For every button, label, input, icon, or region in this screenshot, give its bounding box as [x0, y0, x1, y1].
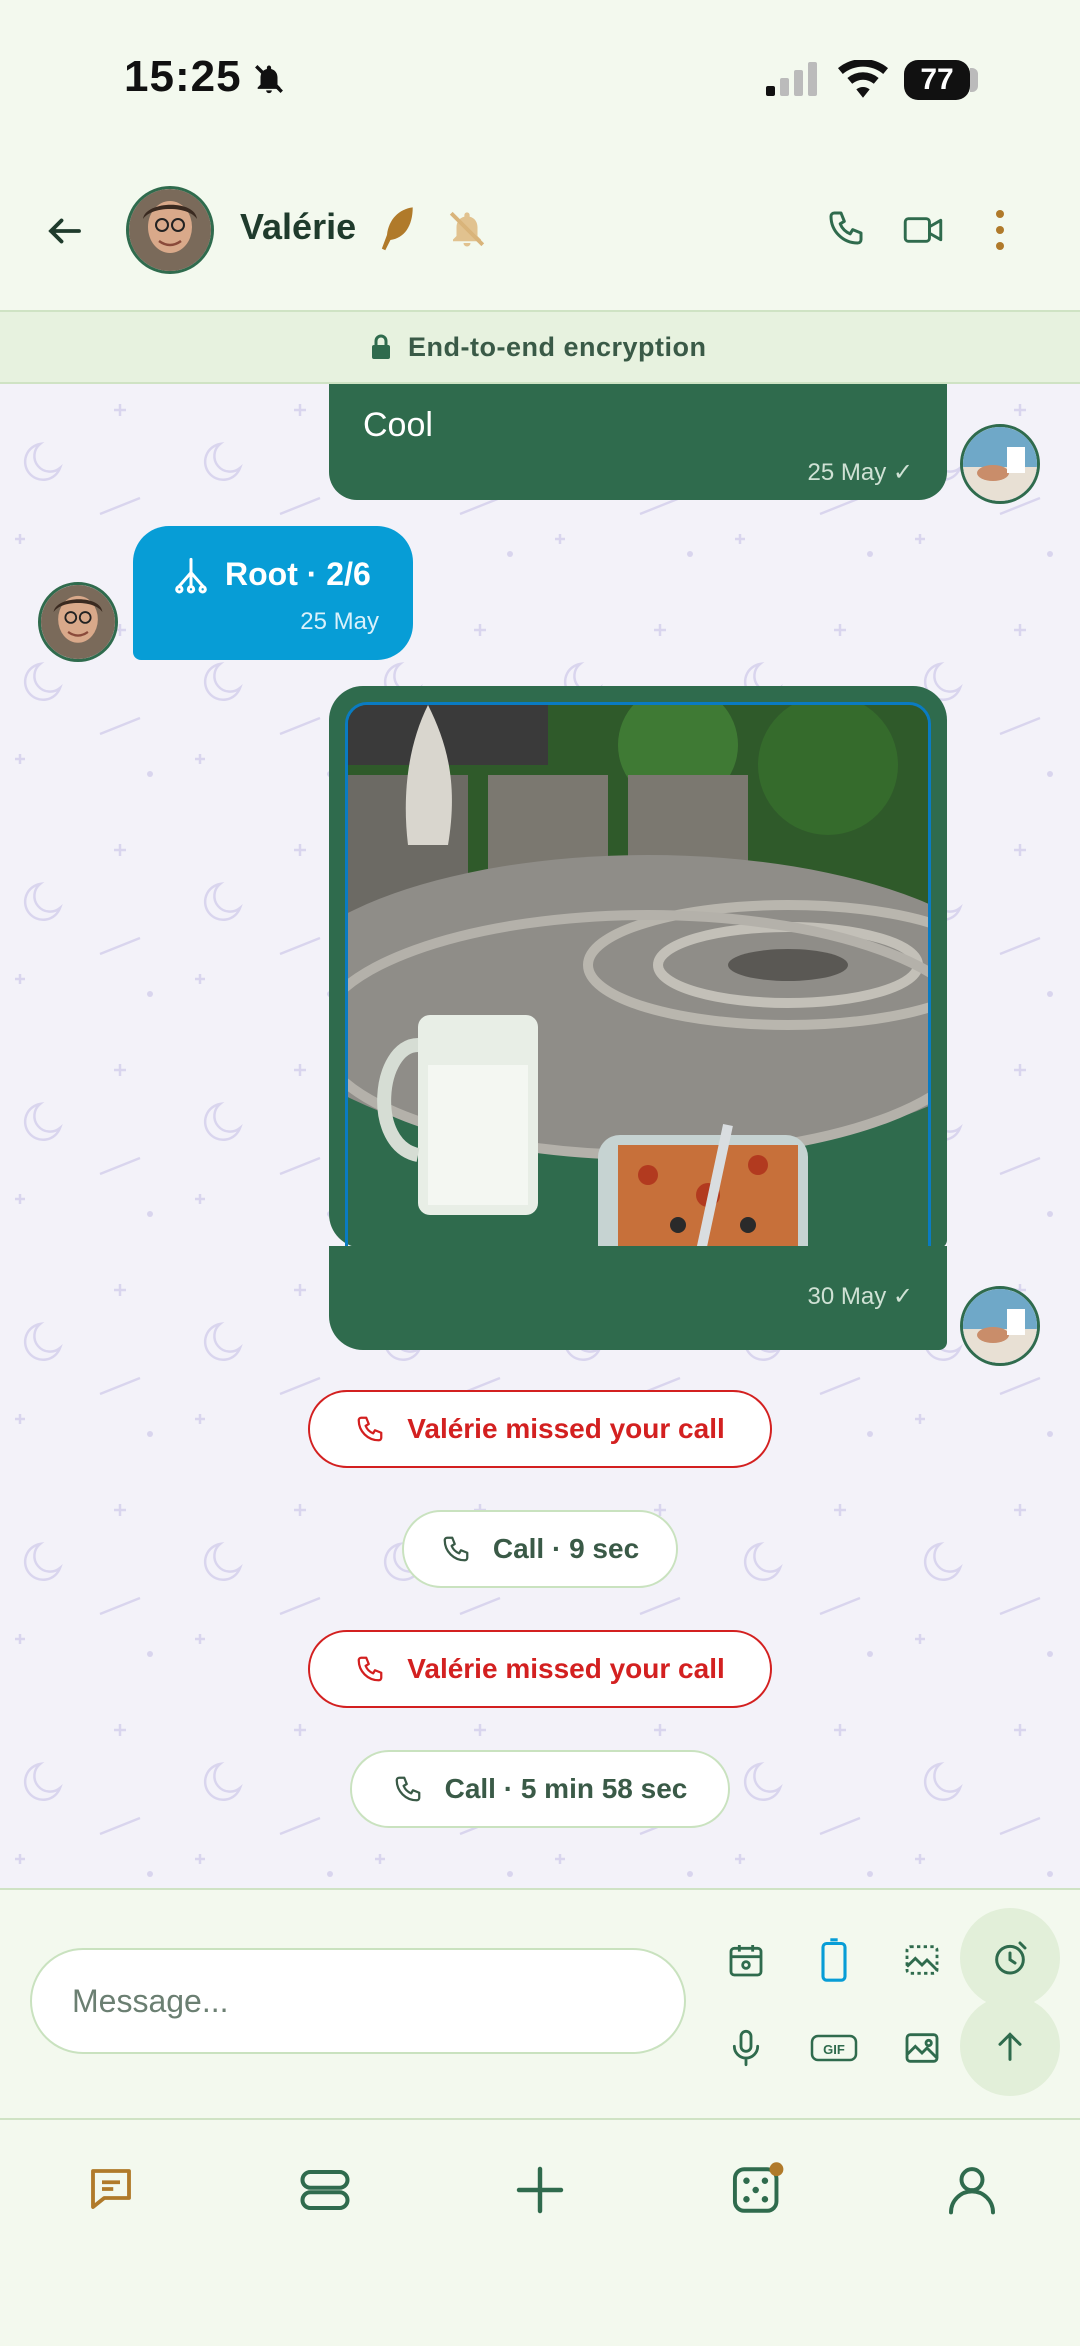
- call-label: Valérie missed your call: [407, 1653, 725, 1684]
- signal-icon: [764, 62, 820, 98]
- call-label: Call · 5 min 58 sec: [444, 1773, 688, 1804]
- image-placeholder-icon[interactable]: [902, 1940, 942, 1980]
- nav-chats-icon[interactable]: [84, 2162, 138, 2216]
- nav-dice-icon[interactable]: [728, 2160, 788, 2220]
- battery-indicator: 77: [904, 60, 970, 100]
- message-bubble-outgoing[interactable]: Cool 25 May ✓: [329, 384, 947, 500]
- message-list[interactable]: Cool 25 May ✓ Root · 2/6 25 May 30 May ✓…: [0, 384, 1080, 1888]
- message-timestamp: 25 May: [300, 608, 379, 635]
- contact-avatar[interactable]: [126, 186, 214, 274]
- call-pill[interactable]: Call · 9 sec: [402, 1510, 678, 1588]
- notifications-off-icon[interactable]: [446, 208, 488, 250]
- nav-profile-icon[interactable]: [944, 2160, 1000, 2218]
- phone-icon: [357, 1656, 383, 1682]
- message-bubble-image[interactable]: 30 May ✓: [329, 686, 947, 1346]
- wifi-icon: [838, 60, 888, 98]
- message-text: Root · 2/6: [225, 556, 371, 592]
- bottom-navigation: [0, 2118, 1080, 2346]
- feather-icon: [378, 204, 420, 252]
- gif-icon[interactable]: GIF: [810, 2032, 858, 2064]
- gallery-icon[interactable]: [902, 2028, 942, 2068]
- lock-icon: [370, 334, 392, 360]
- scheduled-message-button[interactable]: [960, 1908, 1060, 2008]
- calendar-icon[interactable]: [726, 1940, 766, 1980]
- message-photo[interactable]: [345, 702, 931, 1296]
- phone-icon: [443, 1536, 469, 1562]
- call-label: Call · 9 sec: [492, 1533, 640, 1564]
- tree-icon: [171, 556, 211, 596]
- call-pill[interactable]: Call · 5 min 58 sec: [350, 1750, 730, 1828]
- nav-stack-icon[interactable]: [298, 2166, 352, 2214]
- bell-off-icon: [252, 62, 286, 96]
- contact-avatar-small[interactable]: [38, 582, 118, 662]
- my-avatar[interactable]: [960, 1286, 1040, 1366]
- message-timestamp: 25 May ✓: [807, 459, 913, 486]
- message-text: Cool: [363, 406, 433, 444]
- svg-text:GIF: GIF: [823, 2042, 845, 2057]
- send-button[interactable]: [960, 1996, 1060, 2096]
- battery-tip: [970, 68, 978, 92]
- phone-icon: [357, 1416, 383, 1442]
- message-bubble-image-footer: 30 May ✓: [329, 1246, 947, 1350]
- back-arrow-icon[interactable]: [44, 210, 86, 252]
- more-options-icon[interactable]: [994, 208, 1006, 252]
- status-time: 15:25: [124, 52, 242, 101]
- microphone-icon[interactable]: [726, 2028, 766, 2068]
- call-label: Valérie missed your call: [407, 1413, 725, 1444]
- nav-add-icon[interactable]: [512, 2162, 568, 2218]
- message-input[interactable]: [30, 1948, 686, 2054]
- contact-name[interactable]: Valérie: [240, 206, 356, 248]
- missed-call-pill[interactable]: Valérie missed your call: [308, 1630, 772, 1708]
- phone-icon: [395, 1776, 420, 1802]
- encryption-text: End-to-end encryption: [408, 332, 707, 362]
- message-bubble-incoming[interactable]: Root · 2/6 25 May: [133, 526, 413, 660]
- message-timestamp: 30 May ✓: [807, 1283, 913, 1310]
- missed-call-pill[interactable]: Valérie missed your call: [308, 1390, 772, 1468]
- video-call-icon[interactable]: [902, 210, 944, 250]
- battery-icon[interactable]: [816, 1938, 852, 1982]
- my-avatar[interactable]: [960, 424, 1040, 504]
- phone-icon[interactable]: [826, 208, 866, 248]
